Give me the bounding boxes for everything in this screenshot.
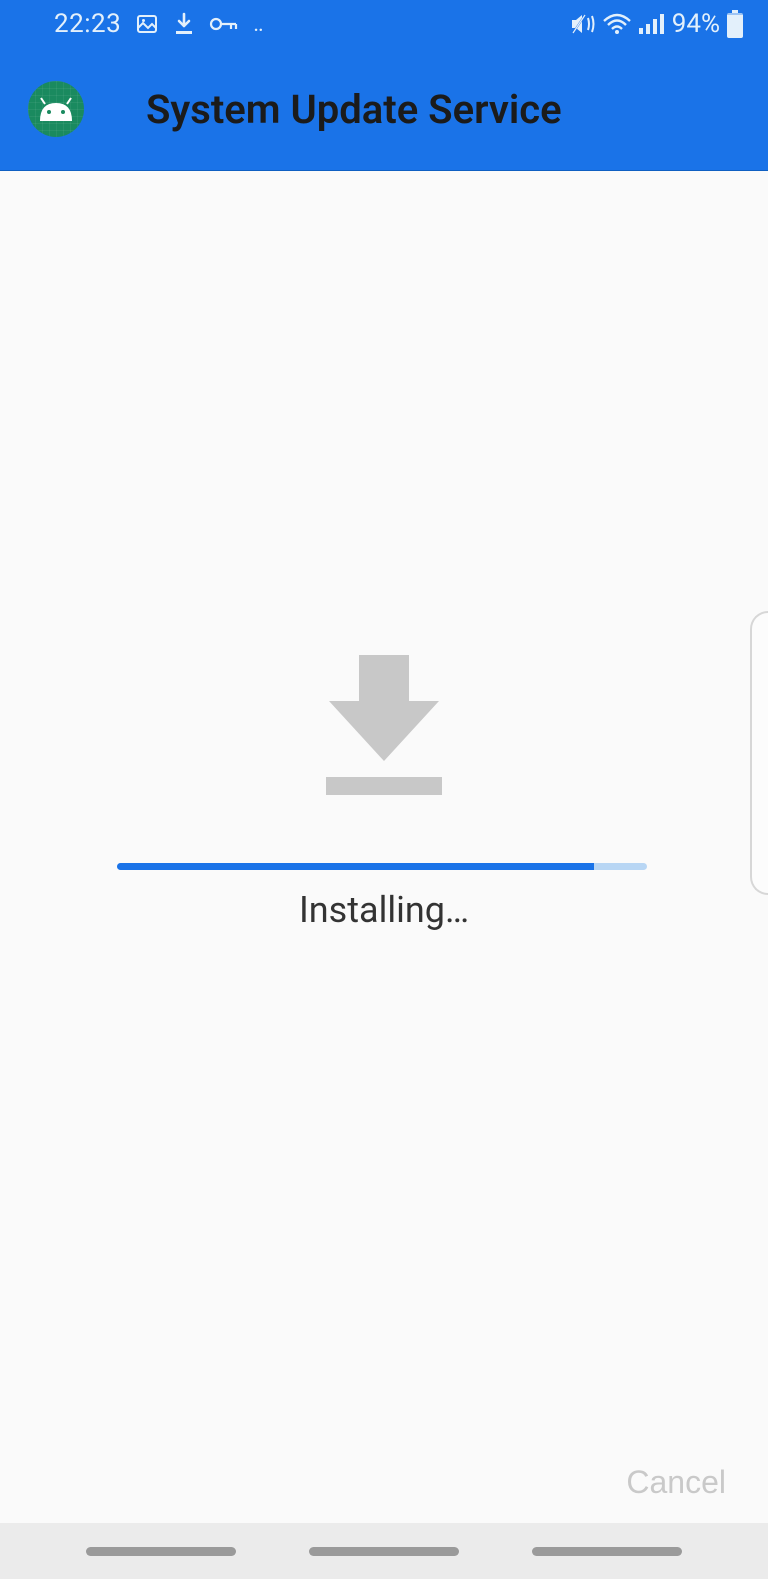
nav-recent-button[interactable] xyxy=(86,1547,236,1556)
cellular-signal-icon xyxy=(638,13,664,35)
vpn-key-icon xyxy=(209,15,239,33)
download-status-icon xyxy=(173,12,195,36)
edge-panel-handle[interactable] xyxy=(750,611,768,895)
battery-icon xyxy=(726,10,744,38)
cancel-button[interactable]: Cancel xyxy=(626,1464,726,1501)
android-status-bar: 22:23 ‥ xyxy=(0,0,768,48)
clock-time: 22:23 xyxy=(54,9,121,39)
navigation-bar xyxy=(0,1523,768,1579)
app-header: System Update Service xyxy=(0,48,768,171)
battery-percentage: 94% xyxy=(672,9,720,39)
main-content: Installing… Cancel xyxy=(0,171,768,1523)
app-title: System Update Service xyxy=(146,86,562,133)
install-progress-fill xyxy=(117,863,594,870)
image-icon xyxy=(135,12,159,36)
more-notifications-icon: ‥ xyxy=(253,12,265,37)
download-icon xyxy=(319,655,449,795)
wifi-icon xyxy=(602,13,632,35)
app-icon xyxy=(28,81,84,137)
install-status-text: Installing… xyxy=(0,889,768,931)
status-left-group: 22:23 ‥ xyxy=(54,9,266,39)
nav-back-button[interactable] xyxy=(532,1547,682,1556)
status-right-group: 94% xyxy=(570,9,744,39)
vibrate-mute-icon xyxy=(570,12,596,36)
nav-home-button[interactable] xyxy=(309,1547,459,1556)
install-progress-bar xyxy=(117,863,647,870)
